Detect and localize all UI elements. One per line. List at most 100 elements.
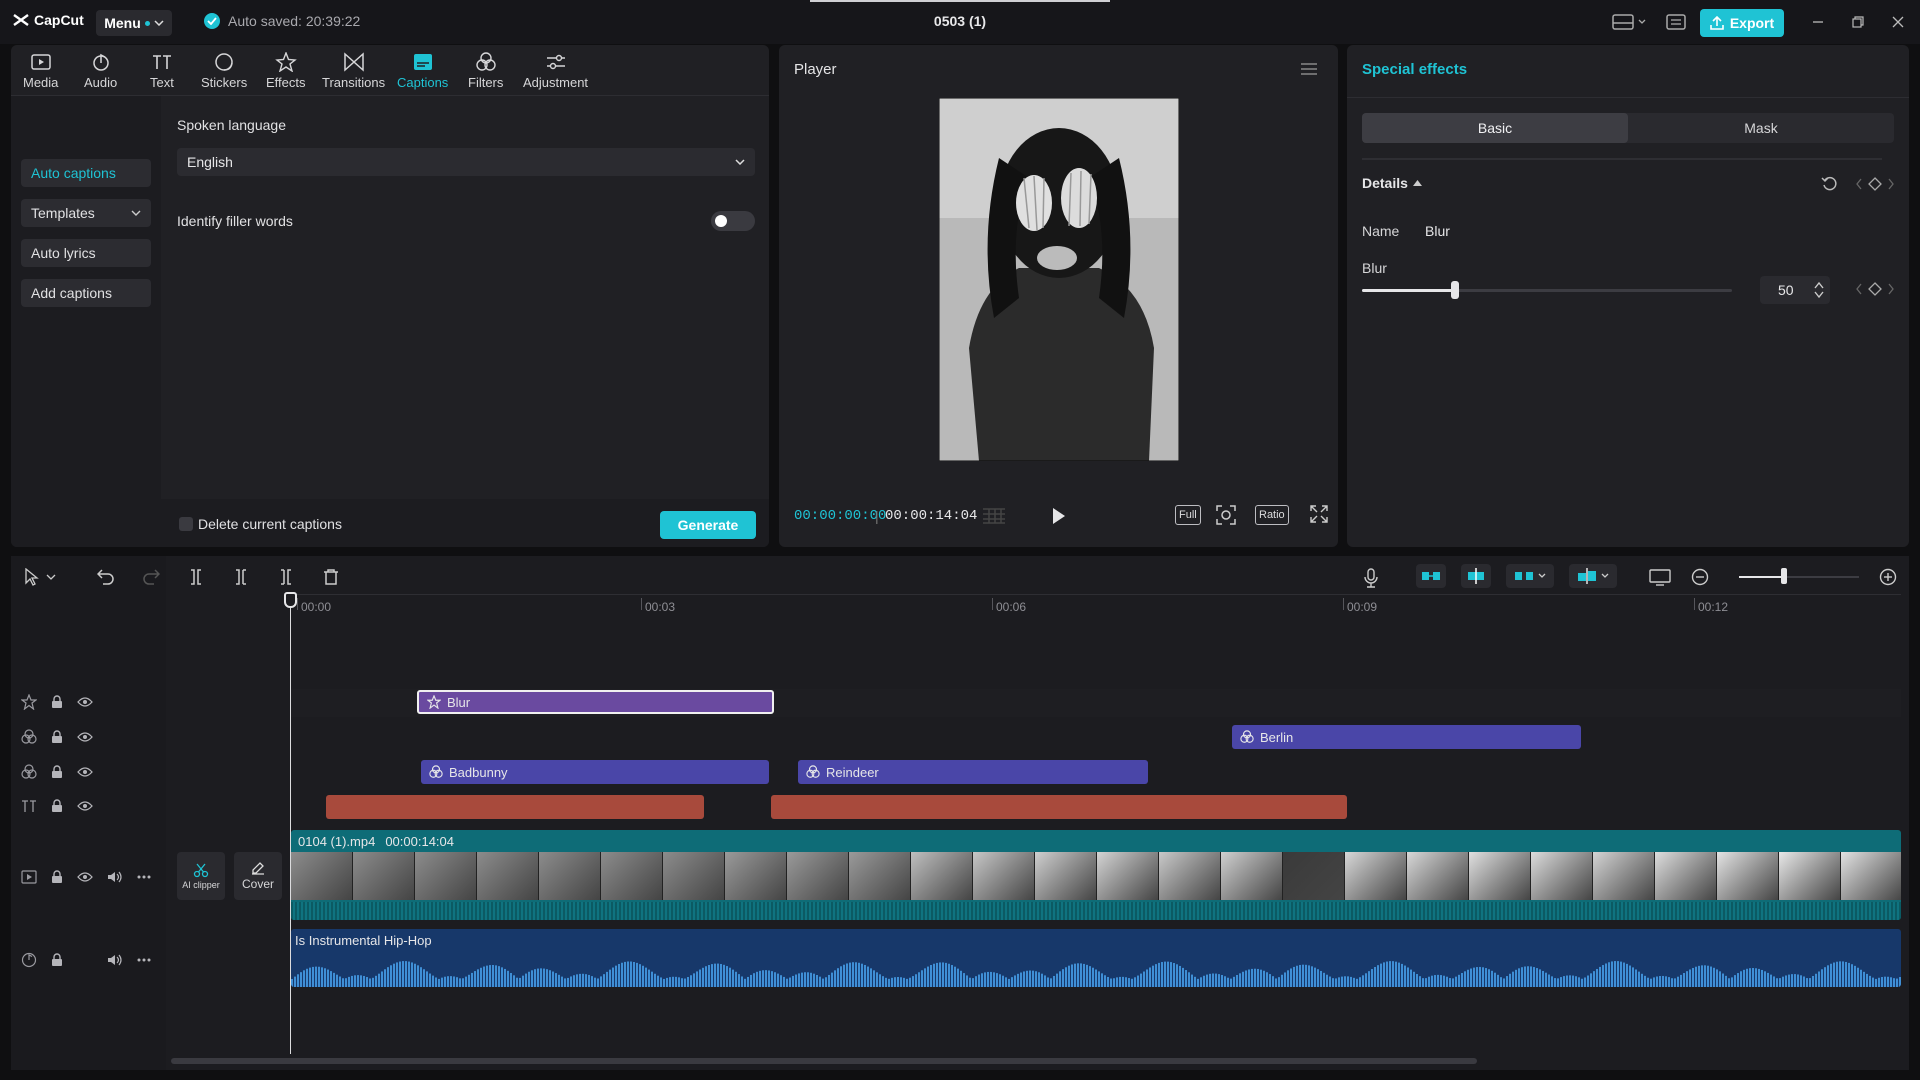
video-clip[interactable]: 0104 (1).mp4 00:00:14:04 [291, 830, 1901, 920]
waveform-bar [996, 973, 998, 987]
playhead-handle[interactable] [284, 592, 297, 608]
delete-left-button[interactable] [232, 568, 250, 586]
waveform-bar [363, 975, 365, 987]
player-menu-button[interactable] [1300, 62, 1318, 76]
eye-icon[interactable] [77, 766, 93, 778]
waveform-bar [1356, 978, 1358, 987]
waveform-bar [738, 974, 740, 987]
waveform-bar [591, 976, 593, 987]
more-icon[interactable] [137, 875, 151, 879]
cover-button[interactable]: Cover [234, 852, 282, 900]
lock-icon[interactable] [51, 765, 63, 779]
delete-right-button[interactable] [277, 568, 295, 586]
blur-keyframe[interactable] [1855, 281, 1895, 297]
nav-templates[interactable]: Templates [21, 199, 151, 227]
linkage-button[interactable] [1506, 564, 1554, 588]
timeline-preview-button[interactable] [1649, 568, 1671, 586]
play-button[interactable] [1051, 507, 1067, 525]
delete-captions-checkbox[interactable] [179, 517, 193, 531]
zoom-fit-button[interactable] [1216, 505, 1236, 525]
filter-clip-reindeer[interactable]: Reindeer [798, 760, 1148, 784]
waveform-bar [465, 976, 467, 987]
generate-button[interactable]: Generate [660, 511, 756, 539]
effect-clip-blur[interactable]: Blur [417, 690, 774, 714]
tool-text[interactable]: Text [150, 52, 174, 90]
waveform-bar [1557, 978, 1559, 987]
tool-transitions[interactable]: Transitions [322, 52, 385, 90]
details-toggle[interactable]: Details [1362, 175, 1422, 191]
playhead[interactable] [290, 594, 291, 1054]
lock-icon[interactable] [51, 953, 63, 967]
tab-mask[interactable]: Mask [1628, 113, 1894, 143]
export-button[interactable]: Export [1700, 9, 1784, 37]
lock-icon[interactable] [51, 870, 63, 884]
preview-axis-button[interactable] [1569, 564, 1617, 588]
filter-clip-badbunny[interactable]: Badbunny [421, 760, 769, 784]
fullscreen-button[interactable] [1310, 505, 1328, 523]
language-select[interactable]: English [177, 148, 755, 176]
tool-filters[interactable]: Filters [468, 52, 503, 90]
more-icon[interactable] [137, 958, 151, 962]
tool-effects[interactable]: Effects [266, 52, 306, 90]
tool-audio[interactable]: Audio [84, 52, 117, 90]
blur-value-input[interactable]: 50 [1760, 276, 1830, 304]
main-track-magnet-button[interactable] [1416, 564, 1446, 588]
select-tool-button[interactable] [23, 568, 57, 586]
text-clip-1[interactable] [326, 795, 704, 819]
waveform-bar [375, 975, 377, 987]
filler-words-toggle[interactable] [711, 211, 755, 231]
ai-clipper-button[interactable]: AI clipper [177, 852, 225, 900]
delete-button[interactable] [322, 568, 340, 586]
ratio-button[interactable]: Ratio [1255, 505, 1289, 525]
zoom-slider-thumb[interactable] [1781, 568, 1787, 584]
text-clip-2[interactable] [771, 795, 1347, 819]
waveform-bar [516, 977, 518, 987]
nav-auto-captions[interactable]: Auto captions [21, 159, 151, 187]
speaker-icon[interactable] [107, 953, 123, 967]
eye-icon[interactable] [77, 731, 93, 743]
nav-auto-lyrics[interactable]: Auto lyrics [21, 239, 151, 267]
cursor-icon [25, 568, 56, 586]
full-button[interactable]: Full [1175, 505, 1201, 525]
lock-icon[interactable] [51, 695, 63, 709]
lock-icon[interactable] [51, 730, 63, 744]
lock-icon[interactable] [51, 799, 63, 813]
auto-snap-button[interactable] [1461, 564, 1491, 588]
tool-adjustment[interactable]: Adjustment [523, 52, 588, 90]
timeline-scrollbar[interactable] [171, 1058, 1477, 1064]
keyframe-nav[interactable] [1855, 176, 1895, 192]
ratio-label: Ratio [1259, 509, 1285, 521]
nav-add-captions[interactable]: Add captions [21, 279, 151, 307]
waveform-bar [1692, 967, 1694, 987]
restore-button[interactable] [1852, 12, 1864, 32]
tool-stickers[interactable]: Stickers [201, 52, 247, 90]
eye-icon[interactable] [77, 696, 93, 708]
audio-clip[interactable]: Is Instrumental Hip-Hop [291, 929, 1901, 987]
undo-button[interactable] [97, 568, 115, 586]
reset-button[interactable] [1821, 175, 1839, 193]
video-preview[interactable] [939, 98, 1179, 461]
menu-button[interactable]: Menu [96, 10, 172, 36]
tool-media[interactable]: Media [23, 52, 58, 90]
tool-captions[interactable]: Captions [397, 52, 448, 90]
timeline-grid-button[interactable] [981, 507, 1007, 525]
close-button[interactable] [1892, 12, 1904, 32]
minimize-button[interactable] [1812, 12, 1824, 32]
redo-button[interactable] [142, 568, 160, 586]
shortcuts-button[interactable] [1666, 12, 1686, 32]
filter-clip-berlin[interactable]: Berlin [1232, 725, 1581, 749]
waveform-bar [642, 965, 644, 987]
zoom-out-button[interactable] [1691, 568, 1709, 586]
waveform-bar [597, 978, 599, 987]
layout-button[interactable] [1612, 12, 1646, 32]
split-button[interactable] [187, 568, 205, 586]
record-audio-button[interactable] [1363, 568, 1379, 588]
waveform-bar [1686, 971, 1688, 987]
tab-basic[interactable]: Basic [1362, 113, 1628, 143]
waveform-bar [1233, 976, 1235, 987]
zoom-in-button[interactable] [1879, 568, 1897, 586]
eye-icon[interactable] [77, 800, 93, 812]
eye-icon[interactable] [77, 871, 93, 883]
blur-slider-thumb[interactable] [1450, 281, 1459, 299]
speaker-icon[interactable] [107, 870, 123, 884]
